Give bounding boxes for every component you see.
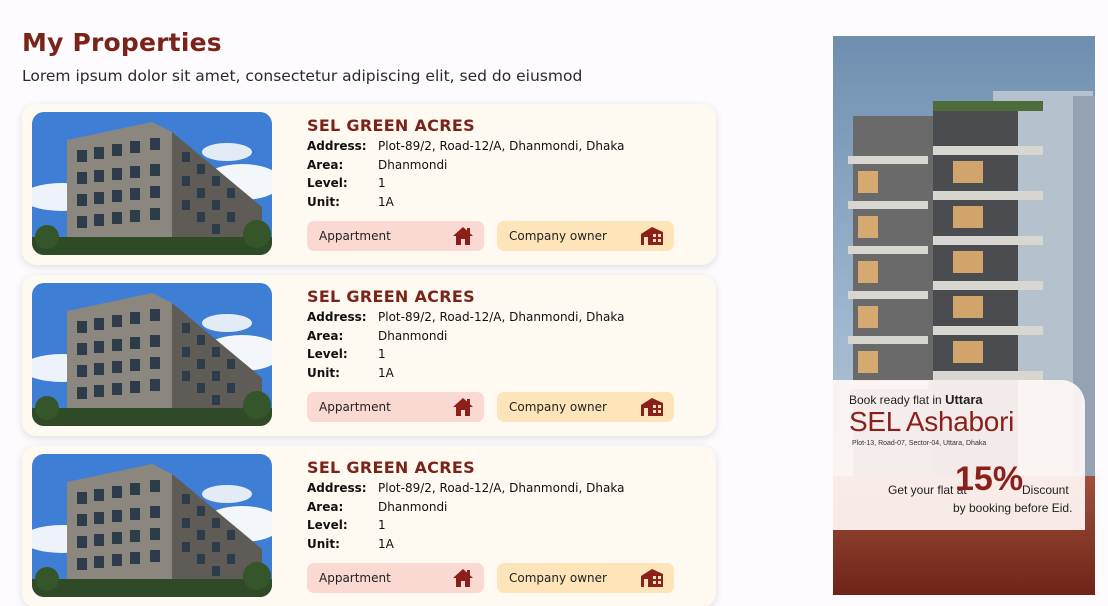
house-icon (452, 397, 474, 417)
property-type-tag[interactable]: Appartment (307, 221, 484, 251)
promo-tagline-prefix: Book ready flat in (849, 393, 942, 407)
promo-tagline: Book ready flat in Uttara (849, 392, 983, 407)
area-value: Dhanmondi (378, 500, 448, 514)
property-name: SEL GREEN ACRES (307, 287, 475, 306)
address-value: Plot-89/2, Road-12/A, Dhanmondi, Dhaka (378, 481, 625, 495)
address-label: Address: (307, 310, 367, 324)
unit-label: Unit: (307, 366, 340, 380)
owner-label: Company owner (509, 229, 607, 243)
address-value: Plot-89/2, Road-12/A, Dhanmondi, Dhaka (378, 139, 625, 153)
level-label: Level: (307, 347, 348, 361)
area-value: Dhanmondi (378, 329, 448, 343)
promo-address: Plot-13, Road-07, Sector-04, Uttara, Dha… (852, 440, 987, 447)
unit-value: 1A (378, 537, 394, 551)
unit-value: 1A (378, 195, 394, 209)
property-type-tag[interactable]: Appartment (307, 392, 484, 422)
property-image (32, 112, 272, 255)
property-name: SEL GREEN ACRES (307, 116, 475, 135)
unit-value: 1A (378, 366, 394, 380)
property-type-tag[interactable]: Appartment (307, 563, 484, 593)
promo-title: SEL Ashabori (849, 406, 1015, 437)
area-label: Area: (307, 500, 344, 514)
level-value: 1 (378, 518, 386, 532)
property-card[interactable]: SEL GREEN ACRES Address: Plot-89/2, Road… (22, 275, 716, 436)
property-card[interactable]: SEL GREEN ACRES Address: Plot-89/2, Road… (22, 104, 716, 265)
level-label: Level: (307, 176, 348, 190)
area-value: Dhanmondi (378, 158, 448, 172)
promo-location: Uttara (945, 392, 983, 407)
property-image (32, 283, 272, 426)
offer-suffix: Discount (1022, 483, 1069, 497)
owner-label: Company owner (509, 571, 607, 585)
address-label: Address: (307, 139, 367, 153)
unit-label: Unit: (307, 195, 340, 209)
area-label: Area: (307, 158, 344, 172)
page-title: My Properties (22, 28, 222, 57)
owner-tag[interactable]: Company owner (497, 392, 674, 422)
property-type-label: Appartment (319, 571, 391, 585)
offer-note: by booking before Eid. (953, 501, 1073, 515)
house-icon (452, 226, 474, 246)
offer-percent: 15% (955, 460, 1024, 498)
area-label: Area: (307, 329, 344, 343)
house-icon (452, 568, 474, 588)
building-icon (640, 397, 664, 417)
property-type-label: Appartment (319, 400, 391, 414)
owner-tag[interactable]: Company owner (497, 563, 674, 593)
promo-banner[interactable]: Book ready flat in Uttara SEL Ashabori P… (833, 36, 1095, 595)
property-card[interactable]: SEL GREEN ACRES Address: Plot-89/2, Road… (22, 446, 716, 606)
building-icon (640, 568, 664, 588)
level-value: 1 (378, 347, 386, 361)
property-name: SEL GREEN ACRES (307, 458, 475, 477)
page-subtitle: Lorem ipsum dolor sit amet, consectetur … (22, 67, 583, 85)
address-label: Address: (307, 481, 367, 495)
property-type-label: Appartment (319, 229, 391, 243)
building-icon (640, 226, 664, 246)
level-label: Level: (307, 518, 348, 532)
unit-label: Unit: (307, 537, 340, 551)
owner-label: Company owner (509, 400, 607, 414)
level-value: 1 (378, 176, 386, 190)
promo-panel: Book ready flat in Uttara SEL Ashabori P… (833, 380, 1085, 530)
properties-page: My Properties Lorem ipsum dolor sit amet… (0, 0, 1108, 606)
address-value: Plot-89/2, Road-12/A, Dhanmondi, Dhaka (378, 310, 625, 324)
owner-tag[interactable]: Company owner (497, 221, 674, 251)
property-image (32, 454, 272, 597)
